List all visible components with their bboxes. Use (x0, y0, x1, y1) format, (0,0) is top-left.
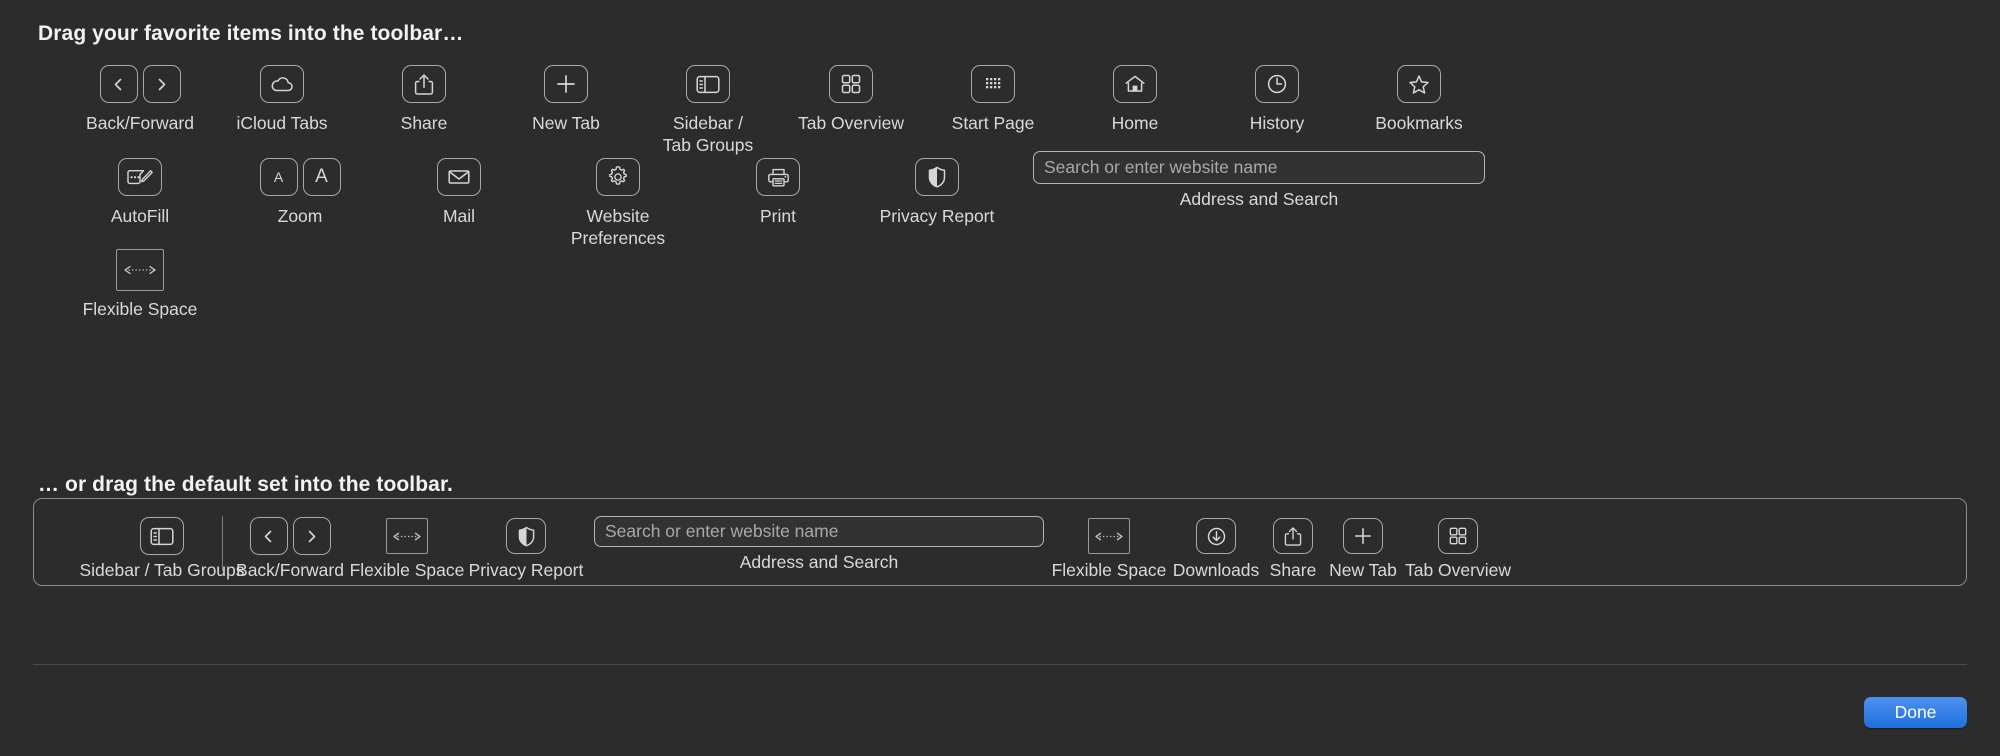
palette-item-label: Print (760, 206, 796, 226)
zoom-in-tile[interactable]: A (302, 158, 341, 196)
palette-item-label: Flexible Space (82, 299, 198, 319)
clock-icon (1255, 58, 1299, 110)
share-icon (402, 58, 446, 110)
palette-item-label: Website Preferences (570, 206, 666, 248)
palette-item-label: Share (400, 113, 448, 133)
grid-four-icon (1438, 516, 1478, 556)
default-item-label: Tab Overview (1404, 560, 1511, 580)
printer-icon (756, 151, 800, 203)
shield-icon (506, 516, 546, 556)
default-toolbar-set[interactable]: Sidebar / Tab Groups Back/Forward Flexib… (33, 498, 1967, 586)
palette-item-autofill[interactable]: AutoFill (50, 151, 230, 228)
palette-item-label: New Tab (532, 113, 600, 133)
dot-grid-icon (971, 58, 1015, 110)
sidebar-icon (140, 516, 184, 556)
palette-item-privacy-report[interactable]: Privacy Report (847, 151, 1027, 228)
palette-item-label: Back/Forward (86, 113, 194, 133)
palette-item-label: iCloud Tabs (236, 113, 328, 133)
zoom-aa-icon: A A (259, 151, 341, 203)
palette-item-bookmarks[interactable]: Bookmarks (1329, 58, 1509, 135)
default-address-search[interactable]: Address and Search (594, 516, 1044, 573)
palette-item-website-preferences[interactable]: Website Preferences (528, 151, 708, 250)
envelope-icon (437, 151, 481, 203)
palette-item-label: History (1249, 113, 1305, 133)
zoom-out-tile[interactable]: A (259, 158, 298, 196)
default-set-heading: … or drag the default set into the toolb… (38, 473, 453, 496)
palette-item-label: Privacy Report (879, 206, 995, 226)
back-forward-icon (99, 58, 181, 110)
shield-icon (915, 151, 959, 203)
address-search-label: Address and Search (739, 552, 899, 572)
palette-item-label: Home (1111, 113, 1159, 133)
footer-divider (33, 664, 1967, 665)
flexible-space-icon (386, 516, 428, 556)
palette-item-label: Bookmarks (1375, 113, 1463, 133)
palette-item-mail[interactable]: Mail (369, 151, 549, 228)
autofill-pencil-icon (118, 151, 162, 203)
sidebar-icon (686, 58, 730, 110)
cloud-icon (260, 58, 304, 110)
star-icon (1397, 58, 1441, 110)
palette-heading: Drag your favorite items into the toolba… (38, 22, 464, 45)
done-button[interactable]: Done (1864, 697, 1967, 728)
palette-address-search[interactable]: Address and Search (1033, 151, 1485, 210)
palette-item-zoom[interactable]: A A Zoom (210, 151, 390, 228)
palette-item-label: Mail (442, 206, 476, 226)
gear-icon (596, 151, 640, 203)
palette-item-print[interactable]: Print (688, 151, 868, 228)
home-icon (1113, 58, 1157, 110)
plus-icon (544, 58, 588, 110)
default-item-tab-overview[interactable]: Tab Overview (1358, 516, 1558, 581)
address-search-input[interactable] (1033, 151, 1485, 184)
palette-item-flexible-space[interactable]: Flexible Space (50, 244, 230, 321)
address-search-label: Address and Search (1179, 189, 1339, 209)
palette-item-label: Zoom (277, 206, 323, 226)
palette-item-label: Tab Overview (797, 113, 904, 133)
grid-four-icon (829, 58, 873, 110)
flexible-space-icon (116, 244, 164, 296)
palette-item-label: AutoFill (110, 206, 170, 226)
default-item-label: Privacy Report (468, 560, 584, 580)
customize-toolbar-sheet: Drag your favorite items into the toolba… (0, 0, 2000, 756)
address-search-input[interactable] (594, 516, 1044, 547)
palette-item-label: Start Page (951, 113, 1035, 133)
